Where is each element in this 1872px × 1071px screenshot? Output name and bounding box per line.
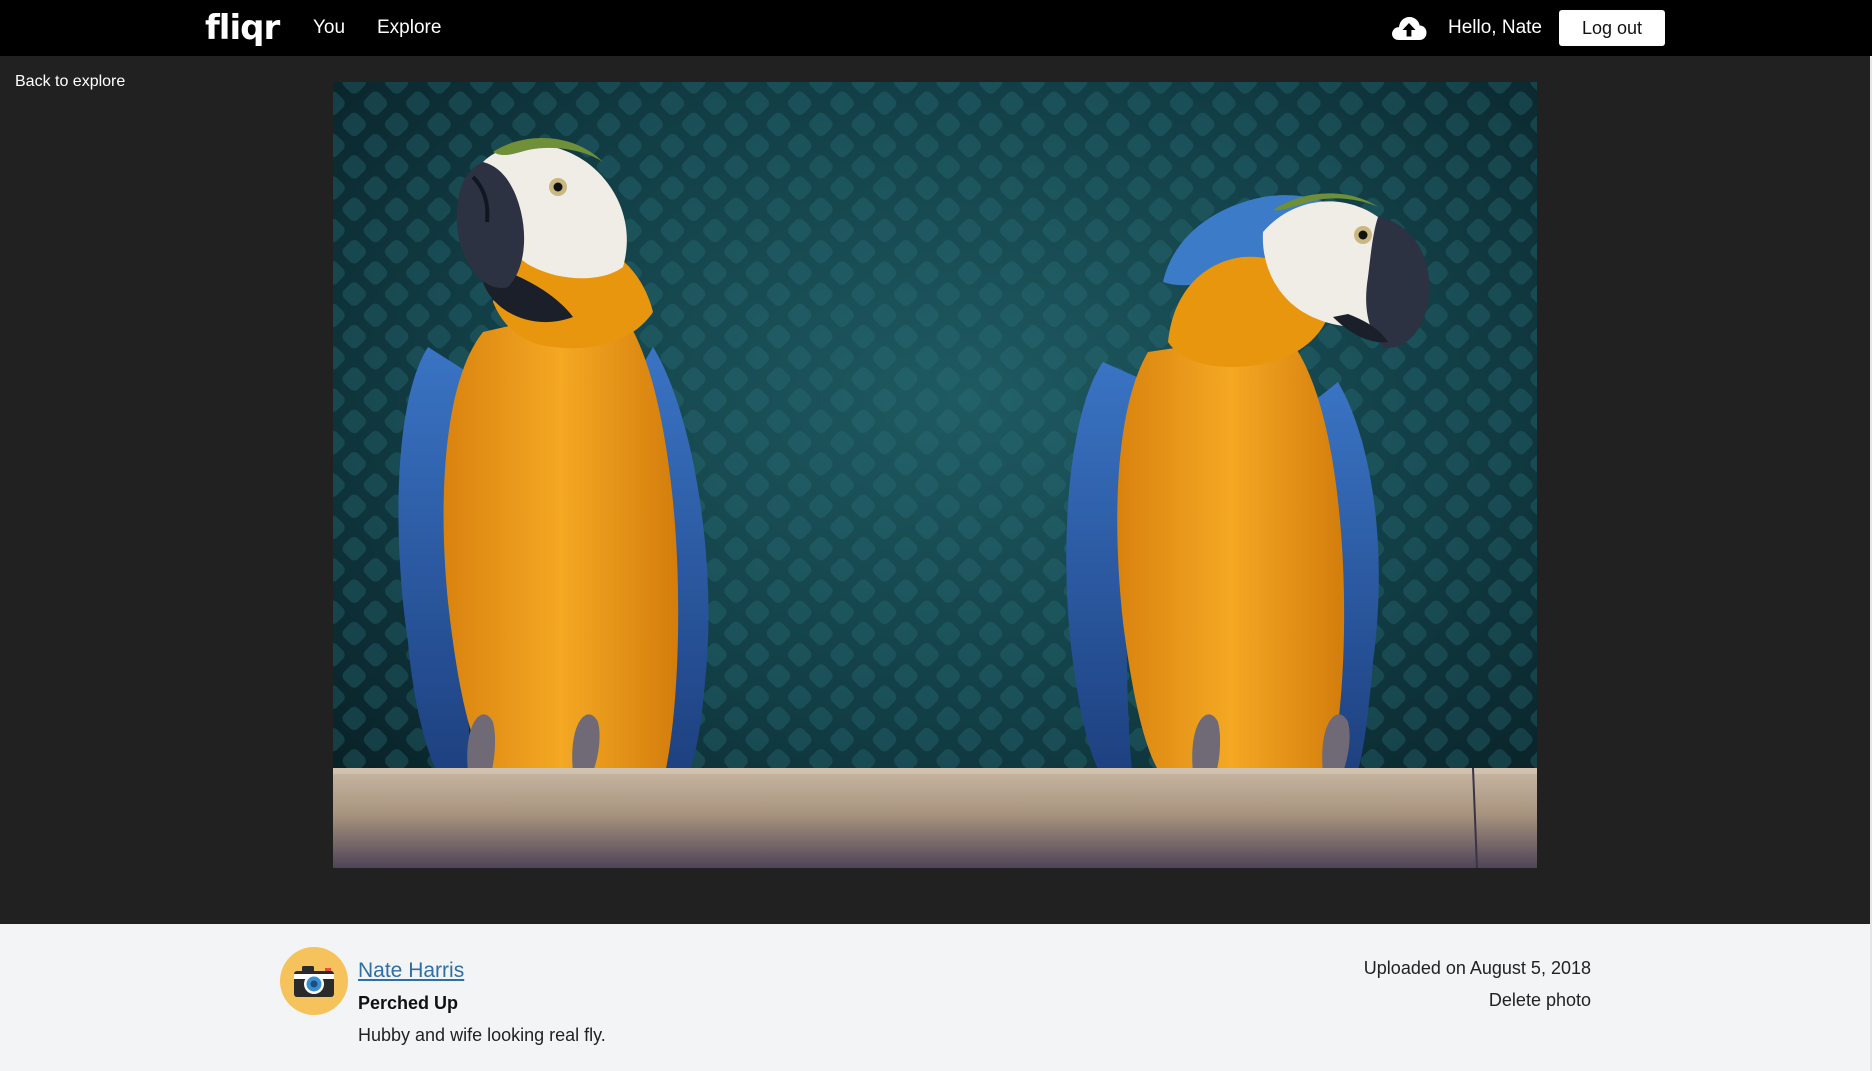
back-to-explore-link[interactable]: Back to explore — [15, 72, 125, 92]
photo-info-panel: Nate Harris Perched Up Hubby and wife lo… — [0, 924, 1872, 1071]
fliqr-logo[interactable]: fliqr — [205, 8, 280, 48]
author-name-link[interactable]: Nate Harris — [358, 958, 464, 984]
photo-title: Perched Up — [358, 993, 459, 1013]
logout-button[interactable]: Log out — [1559, 10, 1665, 46]
delete-photo-link[interactable]: Delete photo — [1489, 989, 1591, 1011]
upload-date: Uploaded on August 5, 2018 — [1363, 958, 1591, 978]
nav-explore-link[interactable]: Explore — [377, 16, 441, 40]
camera-icon — [294, 966, 334, 997]
photo-stage: Back to explore — [0, 56, 1872, 924]
photo-description: Hubby and wife looking real fly. — [358, 1025, 606, 1045]
nav-you-link[interactable]: You — [313, 16, 345, 40]
photo — [333, 82, 1537, 868]
avatar[interactable] — [280, 947, 348, 1015]
user-greeting: Hello, Nate — [1448, 17, 1542, 38]
top-navbar: fliqr You Explore Hello, Nate Log out — [0, 0, 1872, 56]
cloud-upload-icon[interactable] — [1391, 14, 1427, 42]
